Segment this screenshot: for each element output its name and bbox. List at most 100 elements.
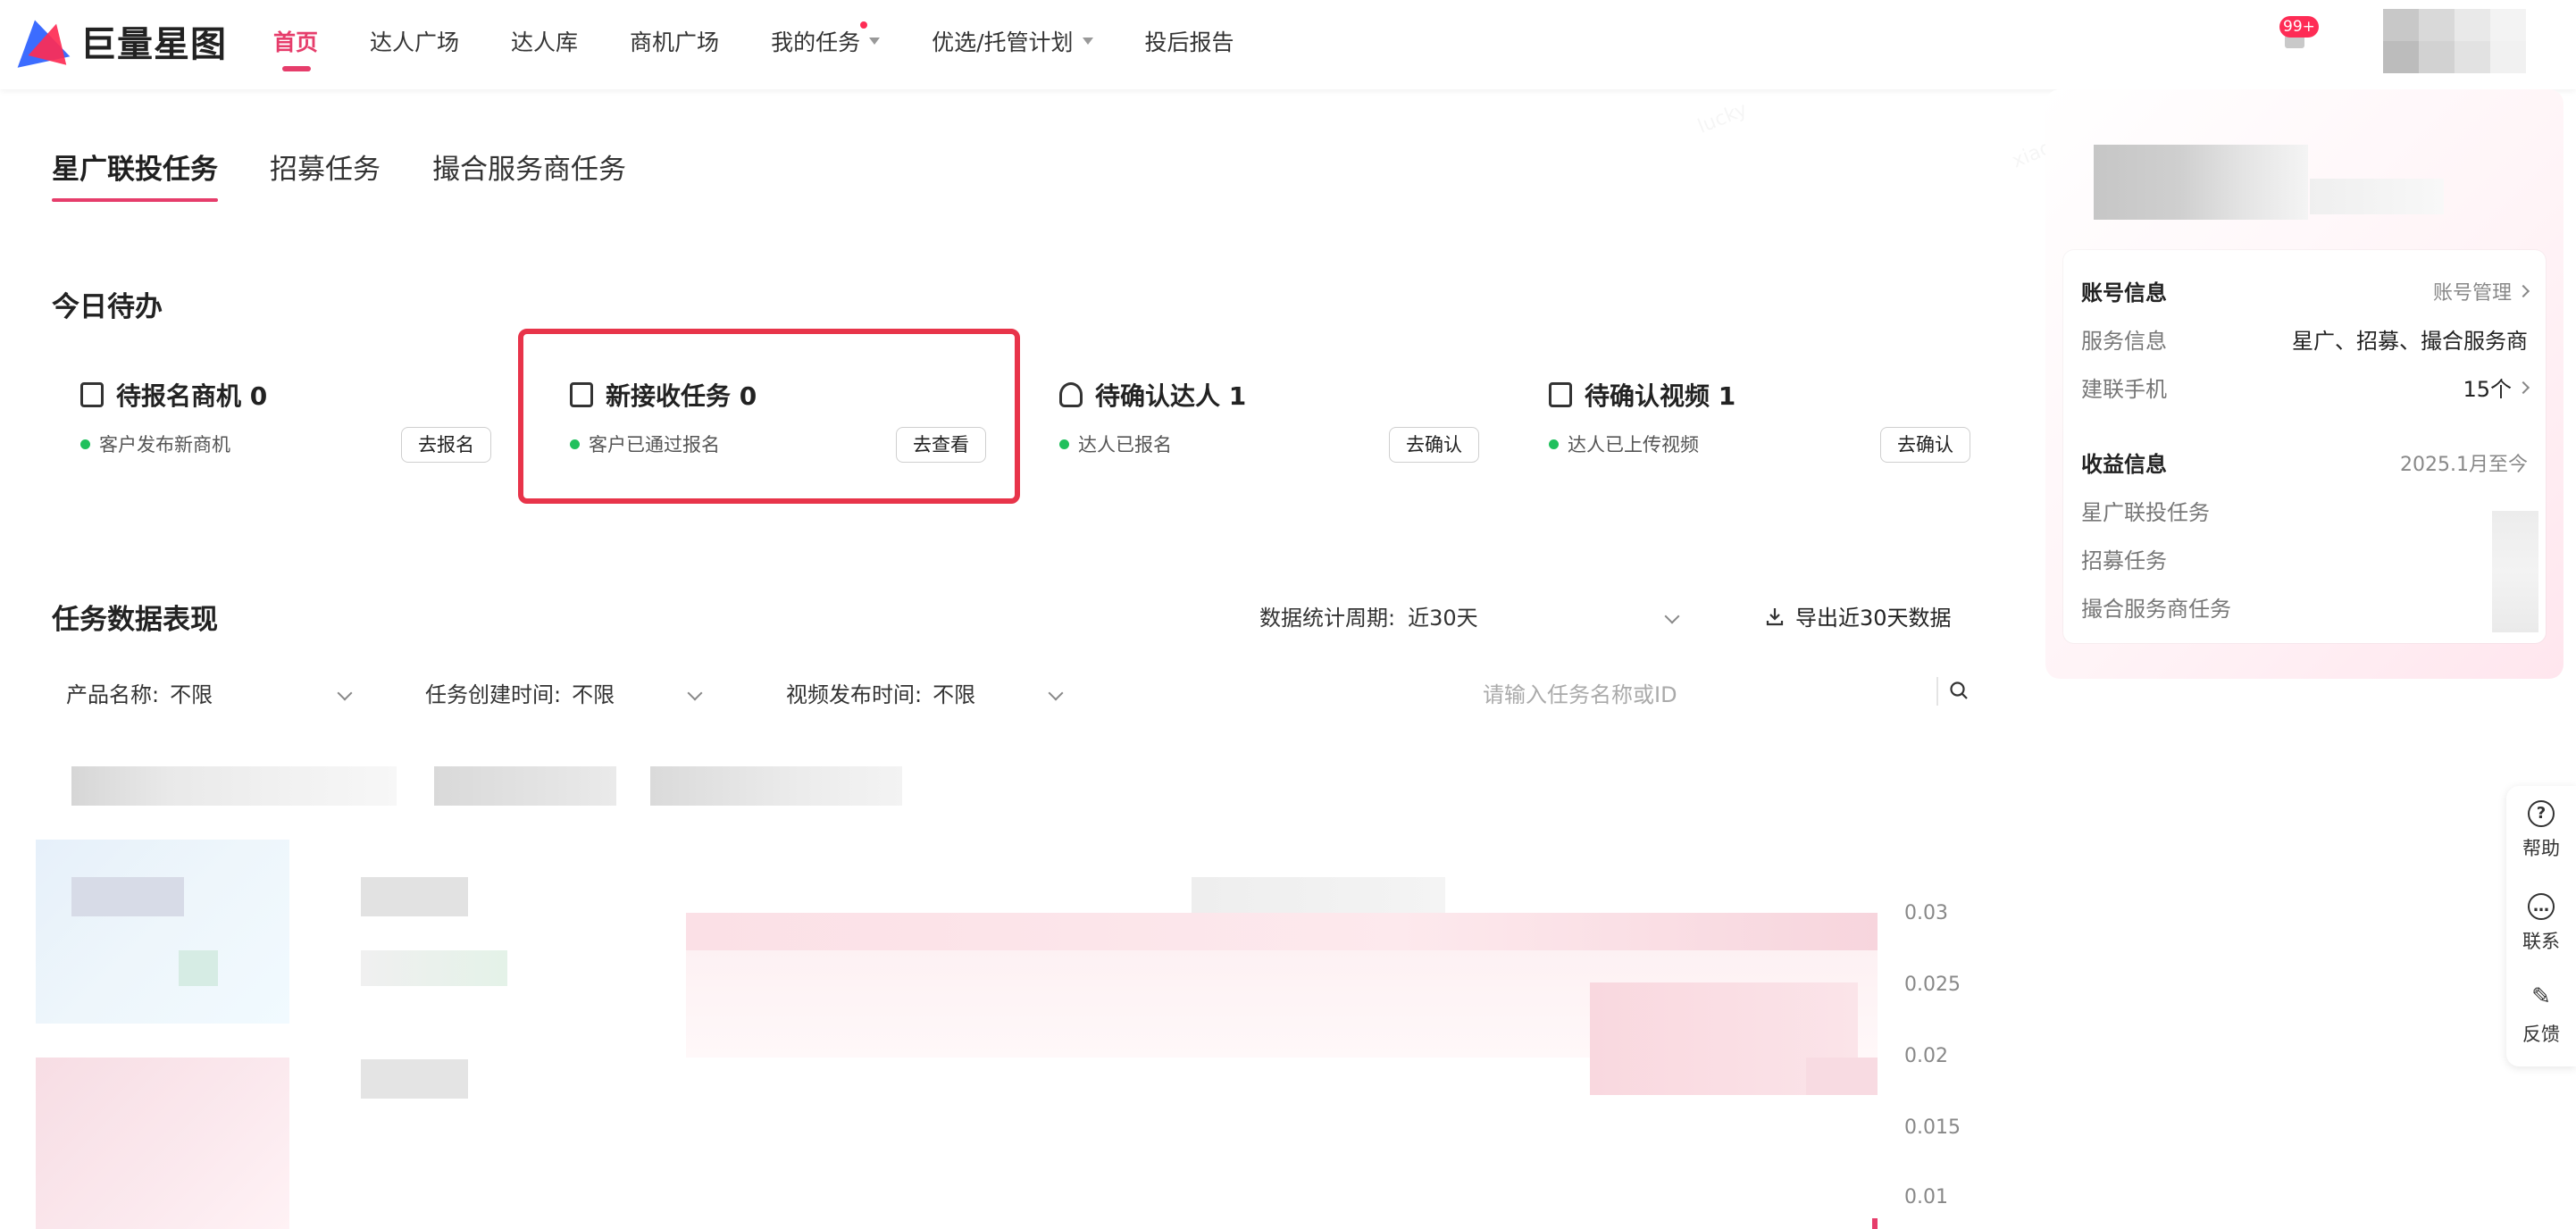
user-icon	[1059, 382, 1083, 407]
new-dot-icon	[860, 21, 868, 29]
chart-line-marker	[1872, 1218, 1878, 1229]
contact-phone-value: 15个	[2463, 377, 2512, 402]
watermark: lucky	[1694, 98, 1750, 138]
tab-recruit-task[interactable]: 招募任务	[270, 146, 381, 187]
nav-item-preferred-plan[interactable]: 优选/托管计划	[932, 25, 1093, 57]
top-navigation-bar: 巨量星图 首页 达人广场 达人库 商机广场 我的任务 优选/托管计划 投后报告 …	[0, 0, 2576, 89]
video-icon	[1549, 382, 1572, 407]
period-select[interactable]: 数据统计周期: 近30天	[1259, 600, 1680, 631]
floating-toolbar: ? 帮助 … 联系 ✎ 反馈	[2506, 786, 2576, 1066]
nav-item-label: 投后报告	[1144, 29, 1234, 55]
filter-value: 不限	[170, 682, 213, 707]
y-axis-tick: 0.025	[1904, 974, 1961, 996]
blurred-metric-value	[361, 950, 507, 986]
blurred-metric-value	[361, 1059, 468, 1099]
tab-label: 星广联投任务	[52, 154, 218, 186]
account-manage-link[interactable]: 账号管理	[2432, 277, 2530, 305]
filter-product[interactable]: 产品名称: 不限	[66, 677, 353, 708]
logo-mark-icon	[8, 14, 76, 68]
nav-item-label: 达人广场	[370, 29, 460, 55]
chevron-down-icon	[687, 685, 703, 700]
go-signup-button[interactable]: 去报名	[401, 427, 491, 463]
go-confirm-video-button[interactable]: 去确认	[1880, 427, 1970, 463]
y-axis-tick: 0.03	[1904, 902, 1948, 924]
service-info-value: 星广、招募、撮合服务商	[2292, 329, 2528, 354]
download-icon	[1765, 606, 1785, 626]
user-avatar-menu[interactable]	[2383, 9, 2526, 73]
income-info-title: 收益信息	[2081, 452, 2167, 477]
feedback-button[interactable]: ✎ 反馈	[2506, 985, 2576, 1047]
todo-card-status: 达人已上传视频	[1549, 431, 1699, 457]
contact-button[interactable]: … 联系	[2506, 893, 2576, 954]
side-tool-label: 反馈	[2522, 1024, 2560, 1045]
nav-item-home[interactable]: 首页	[273, 25, 319, 71]
tab-star-ads-task[interactable]: 星广联投任务	[52, 146, 218, 202]
main-nav: 首页 达人广场 达人库 商机广场 我的任务 优选/托管计划 投后报告	[273, 21, 1286, 71]
period-value: 近30天	[1408, 606, 1478, 631]
status-dot-icon	[1549, 439, 1559, 449]
blurred-metric-card	[71, 877, 184, 916]
app-logo[interactable]: 巨量星图	[8, 14, 227, 68]
nav-item-post-report[interactable]: 投后报告	[1145, 25, 1234, 57]
task-search-input[interactable]: 请输入任务名称或ID	[1483, 673, 1983, 709]
page-root: { "app": {"logo_text": "巨量星图"}, "nav": {…	[0, 0, 2576, 1229]
nav-item-creator-square[interactable]: 达人广场	[370, 25, 459, 57]
notification-badge: 99+	[2279, 16, 2319, 38]
help-icon: ?	[2528, 800, 2555, 827]
blurred-chart-legend	[1192, 877, 1445, 913]
todo-card-status-text: 客户发布新商机	[99, 434, 230, 456]
filter-value: 不限	[933, 682, 976, 707]
chevron-down-icon	[337, 685, 353, 700]
nav-item-my-tasks[interactable]: 我的任务	[771, 21, 881, 57]
todo-card-confirm-video: 待确认视频 1 达人已上传视频 去确认	[1522, 366, 1970, 482]
todo-card-title-text: 待确认达人 1	[1095, 381, 1247, 411]
todo-card-title-text: 待报名商机 0	[116, 381, 268, 411]
filter-value: 不限	[572, 682, 615, 707]
todo-card-pending-signup: 待报名商机 0 客户发布新商机 去报名	[54, 366, 500, 482]
filter-task-created-time[interactable]: 任务创建时间: 不限	[425, 677, 703, 708]
help-button[interactable]: ? 帮助	[2506, 800, 2576, 861]
chat-icon: …	[2528, 893, 2555, 920]
performance-section-title: 任务数据表现	[52, 604, 218, 636]
account-manage-label: 账号管理	[2432, 282, 2512, 305]
chevron-right-icon	[2516, 380, 2530, 394]
nav-item-label: 首页	[273, 29, 319, 55]
chevron-down-icon	[1048, 685, 1064, 700]
contact-phone-label: 建联手机	[2081, 377, 2167, 402]
contact-phone-link[interactable]: 15个	[2463, 372, 2530, 403]
export-label: 导出近30天数据	[1795, 606, 1952, 631]
blurred-income-values	[2492, 511, 2538, 632]
blurred-metric-value	[361, 877, 468, 916]
filter-label: 任务创建时间:	[425, 682, 562, 707]
nav-active-indicator	[282, 66, 311, 71]
task-type-tabs: 星广联投任务 招募任务 撮合服务商任务	[52, 146, 678, 202]
tab-label: 招募任务	[270, 154, 381, 186]
y-axis-tick: 0.01	[1904, 1186, 1948, 1208]
filter-label: 视频发布时间:	[786, 682, 923, 707]
income-since: 2025.1月至今	[2400, 454, 2528, 476]
notification-bell[interactable]: 99+	[2279, 16, 2319, 52]
todo-card-confirm-creator: 待确认达人 1 达人已报名 去确认	[1033, 366, 1479, 482]
nav-item-creator-library[interactable]: 达人库	[511, 25, 578, 57]
search-icon[interactable]	[1949, 681, 1969, 700]
tab-matching-provider-task[interactable]: 撮合服务商任务	[432, 146, 626, 187]
blurred-metric-card	[36, 1058, 289, 1229]
blurred-account-name	[2310, 179, 2444, 214]
filter-video-published-time[interactable]: 视频发布时间: 不限	[786, 677, 1064, 708]
export-button[interactable]: 导出近30天数据	[1765, 600, 1952, 631]
service-info-label: 服务信息	[2081, 329, 2167, 354]
go-confirm-creator-button[interactable]: 去确认	[1389, 427, 1479, 463]
nav-item-opportunity-square[interactable]: 商机广场	[630, 25, 719, 57]
blurred-account-avatar	[2094, 145, 2308, 220]
y-axis-tick: 0.02	[1904, 1045, 1948, 1067]
todo-card-status: 达人已报名	[1059, 431, 1172, 457]
nav-item-label: 我的任务	[771, 29, 861, 55]
nav-item-label: 达人库	[511, 29, 579, 55]
income-row-label: 招募任务	[2081, 548, 2167, 573]
blurred-chart-band	[686, 913, 1878, 950]
tab-active-indicator	[52, 198, 218, 202]
tab-label: 撮合服务商任务	[432, 154, 626, 186]
todo-card-title-text: 待确认视频 1	[1585, 381, 1736, 411]
blurred-metric-tabs	[71, 766, 902, 806]
chevron-down-icon	[1664, 608, 1680, 623]
